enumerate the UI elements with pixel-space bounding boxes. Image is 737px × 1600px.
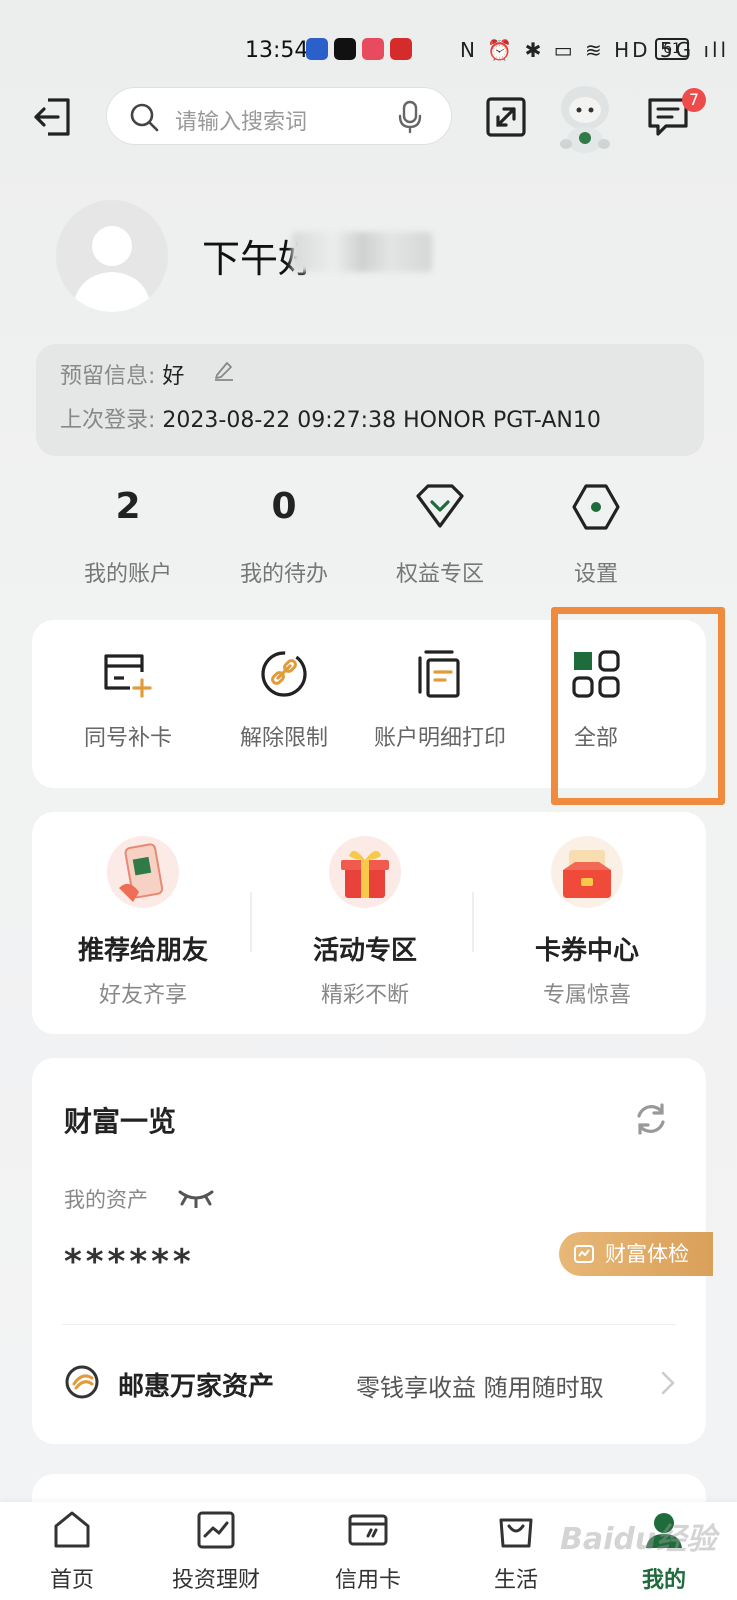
- wealth-title: 财富一览: [64, 1105, 177, 1138]
- last-login-row: 上次登录: 2023-08-22 09:27:38 HONOR PGT-AN10: [60, 402, 601, 434]
- reserved-info-label: 预留信息:: [60, 364, 156, 389]
- search-placeholder: 请输入搜索词: [175, 110, 308, 135]
- nav-label: 信用卡: [334, 1568, 401, 1593]
- settings-stat[interactable]: 设置: [516, 482, 676, 588]
- edit-icon[interactable]: [212, 358, 236, 382]
- stat-label: 我的待办: [239, 562, 328, 587]
- app-notification-icon: [306, 38, 328, 60]
- last-login-label: 上次登录:: [60, 408, 156, 433]
- asset-value-masked: ******: [64, 1242, 195, 1282]
- wealth-overview-card: 财富一览 我的资产 ******: [32, 1058, 706, 1320]
- nav-label: 投资理财: [171, 1568, 260, 1593]
- promo-coupon-center[interactable]: 卡券中心 专属惊喜: [476, 834, 698, 1009]
- fund-logo-icon: [65, 1365, 99, 1399]
- benefits-zone-stat[interactable]: 权益专区: [360, 482, 520, 588]
- fund-description: 零钱享收益 随用随时取: [356, 1374, 604, 1402]
- microphone-icon[interactable]: [397, 100, 423, 134]
- coupon-box-icon: [551, 836, 623, 908]
- report-icon: [574, 1245, 594, 1263]
- app-notification-icon: [362, 38, 384, 60]
- todos-count: 0: [271, 486, 297, 527]
- card-add-icon: [104, 654, 152, 698]
- annotation-highlight-box: [551, 607, 725, 805]
- promo-subtitle: 精彩不断: [320, 983, 409, 1008]
- service-label: 解除限制: [239, 726, 328, 751]
- app-notification-icon: [390, 38, 412, 60]
- gift-box-icon: [329, 836, 401, 908]
- fund-row[interactable]: 邮惠万家资产 零钱享收益 随用随时取: [32, 1320, 706, 1444]
- fund-name: 邮惠万家资产: [118, 1372, 275, 1402]
- service-card-replace[interactable]: 同号补卡: [48, 648, 208, 752]
- blurred-name-mask: [292, 232, 432, 272]
- chevron-right-icon: [661, 1371, 675, 1395]
- nav-credit-card[interactable]: 信用卡: [308, 1508, 428, 1594]
- status-time: 13:54: [245, 38, 309, 63]
- stat-label: 权益专区: [395, 562, 484, 587]
- promo-refer-friend[interactable]: 推荐给朋友 好友齐享: [32, 834, 254, 1009]
- service-statement-print[interactable]: 账户明细打印: [360, 648, 520, 752]
- last-login-value: 2023-08-22 09:27:38 HONOR PGT-AN10: [162, 408, 601, 433]
- watermark: Baidu经验: [560, 1522, 717, 1557]
- nav-label: 生活: [493, 1568, 538, 1593]
- promo-divider: [250, 892, 252, 952]
- share-expand-icon[interactable]: [484, 95, 528, 139]
- reserved-info-card: 预留信息: 好 上次登录: 2023-08-22 09:27:38 HONOR …: [36, 344, 704, 456]
- accounts-count: 2: [115, 486, 141, 527]
- refresh-icon[interactable]: [632, 1100, 670, 1138]
- exit-icon[interactable]: [32, 96, 74, 138]
- reserved-info-row: 预留信息: 好: [60, 358, 184, 390]
- eye-closed-icon[interactable]: [176, 1186, 216, 1208]
- promo-subtitle: 好友齐享: [98, 983, 187, 1008]
- default-avatar-icon: [72, 226, 152, 312]
- service-label: 账户明细打印: [373, 726, 506, 751]
- statement-print-icon: [418, 650, 460, 698]
- divider: [62, 1324, 676, 1325]
- promo-title: 推荐给朋友: [77, 936, 208, 966]
- nav-label: 我的: [641, 1568, 686, 1593]
- message-count-badge: 7: [682, 88, 706, 112]
- search-input[interactable]: 请输入搜索词: [106, 87, 452, 145]
- stat-label: 我的账户: [83, 562, 172, 587]
- credit-card-icon: [348, 1514, 388, 1546]
- shopping-bag-icon: [499, 1518, 533, 1548]
- battery-icon: 61: [655, 38, 689, 60]
- checkup-label: 财富体检: [605, 1242, 689, 1266]
- promo-title: 活动专区: [312, 936, 417, 966]
- my-todos-stat[interactable]: 0 我的待办: [204, 482, 364, 588]
- phone-qr-icon: [107, 836, 179, 908]
- nav-home[interactable]: 首页: [12, 1508, 132, 1594]
- stat-label: 设置: [573, 562, 618, 587]
- unlock-link-icon: [261, 651, 307, 697]
- search-icon: [130, 103, 159, 132]
- status-bar: 13:54 N ⏰ ✱ ▭ ≋ HD 5G ıll 61: [0, 0, 737, 80]
- promo-divider: [472, 892, 474, 952]
- trend-chart-icon: [197, 1511, 235, 1549]
- nav-label: 首页: [49, 1568, 94, 1593]
- nav-invest[interactable]: 投资理财: [156, 1508, 276, 1594]
- diamond-icon: [416, 484, 464, 528]
- reserved-info-value: 好: [162, 364, 185, 389]
- avatar[interactable]: [56, 200, 168, 312]
- wealth-checkup-button[interactable]: 财富体检: [559, 1232, 713, 1276]
- promo-subtitle: 专属惊喜: [542, 983, 631, 1008]
- asset-label: 我的资产: [64, 1188, 148, 1212]
- service-remove-limit[interactable]: 解除限制: [204, 648, 364, 752]
- my-accounts-stat[interactable]: 2 我的账户: [48, 482, 208, 588]
- promo-title: 卡券中心: [534, 936, 639, 966]
- hexagon-settings-icon: [572, 484, 620, 530]
- promo-card: 推荐给朋友 好友齐享 活动专区 精彩不断 卡券中心 专属惊喜: [32, 812, 706, 1034]
- app-notification-icon: [334, 38, 356, 60]
- promo-activity-zone[interactable]: 活动专区 精彩不断: [254, 834, 476, 1009]
- service-label: 同号补卡: [83, 726, 172, 751]
- home-icon: [54, 1511, 90, 1548]
- nav-life[interactable]: 生活: [456, 1508, 576, 1594]
- assistant-robot-icon[interactable]: [552, 82, 618, 154]
